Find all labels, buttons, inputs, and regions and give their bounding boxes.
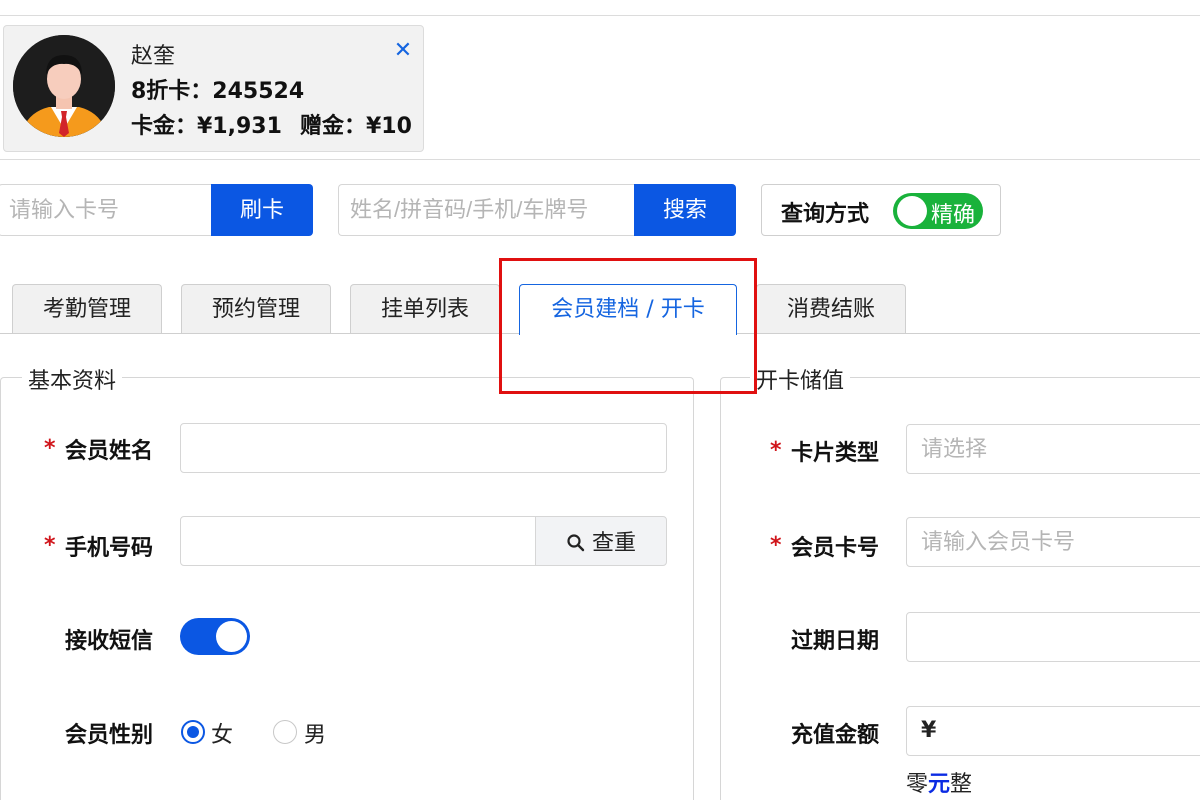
exact-match-label: 精确 xyxy=(931,203,976,228)
member-balance: 卡金：¥1,931 xyxy=(131,114,282,139)
toggle-knob xyxy=(216,621,247,652)
highlight-annotation xyxy=(499,258,757,394)
top-divider xyxy=(0,15,1200,16)
toggle-knob xyxy=(897,196,927,226)
member-name: 赵奎 xyxy=(131,44,176,69)
member-card: 赵奎 8折卡：245524 卡金：¥1,931 赠金：¥10 ✕ xyxy=(3,25,424,152)
tab-checkout[interactable]: 消费结账 xyxy=(756,284,906,334)
amount-in-words: 零元整 xyxy=(906,766,972,798)
close-icon[interactable]: ✕ xyxy=(392,38,414,64)
member-name-input[interactable] xyxy=(180,423,667,473)
expiry-label: 过期日期 xyxy=(791,629,880,654)
member-card-number-input[interactable] xyxy=(906,517,1200,567)
gender-female-radio[interactable] xyxy=(181,720,205,744)
sms-toggle[interactable] xyxy=(180,618,250,655)
gender-label: 会员性别 xyxy=(65,723,154,748)
card-value-legend: 开卡储值 xyxy=(750,363,851,395)
query-mode-box: 查询方式 精确 xyxy=(761,184,1001,236)
required-mark: * xyxy=(44,436,56,461)
tab-appointments[interactable]: 预约管理 xyxy=(181,284,331,334)
required-mark: * xyxy=(770,533,782,558)
member-card-number: 8折卡：245524 xyxy=(131,79,305,104)
avatar xyxy=(13,35,115,137)
member-name-label: 会员姓名 xyxy=(65,439,154,464)
search-button[interactable]: 搜索 xyxy=(634,184,736,236)
member-bonus: 赠金：¥10 xyxy=(300,114,412,139)
sms-label: 接收短信 xyxy=(65,629,154,654)
person-avatar-icon xyxy=(13,35,115,137)
tab-pending-orders[interactable]: 挂单列表 xyxy=(350,284,500,334)
member-search-input[interactable] xyxy=(338,184,636,236)
currency-prefix: ¥ xyxy=(921,718,937,743)
gender-male-radio[interactable] xyxy=(273,720,297,744)
phone-input[interactable] xyxy=(180,516,537,566)
phone-label: 手机号码 xyxy=(65,536,154,561)
recharge-amount-input[interactable]: ¥ xyxy=(906,706,1200,756)
exact-match-toggle[interactable]: 精确 xyxy=(893,193,983,229)
expiry-date-input[interactable] xyxy=(906,612,1200,662)
card-number-label: 会员卡号 xyxy=(791,536,880,561)
amount-words-unit: 元 xyxy=(928,772,951,797)
check-duplicate-button[interactable]: 查重 xyxy=(535,516,667,566)
gender-male-label: 男 xyxy=(304,723,327,748)
recharge-amount-label: 充值金额 xyxy=(791,723,880,748)
card-type-label: 卡片类型 xyxy=(791,441,880,466)
required-mark: * xyxy=(770,438,782,463)
gender-female-label: 女 xyxy=(211,723,234,748)
tab-attendance[interactable]: 考勤管理 xyxy=(12,284,162,334)
check-duplicate-label: 查重 xyxy=(591,530,636,555)
card-type-select[interactable] xyxy=(906,424,1200,474)
amount-words-prefix: 零 xyxy=(906,772,929,797)
query-mode-label: 查询方式 xyxy=(781,202,870,227)
section-divider xyxy=(0,159,1200,160)
swipe-card-button[interactable]: 刷卡 xyxy=(211,184,313,236)
required-mark: * xyxy=(44,533,56,558)
card-number-input[interactable] xyxy=(0,184,213,236)
basic-info-legend: 基本资料 xyxy=(22,363,123,395)
search-icon xyxy=(567,534,585,552)
amount-words-suffix: 整 xyxy=(950,772,973,797)
